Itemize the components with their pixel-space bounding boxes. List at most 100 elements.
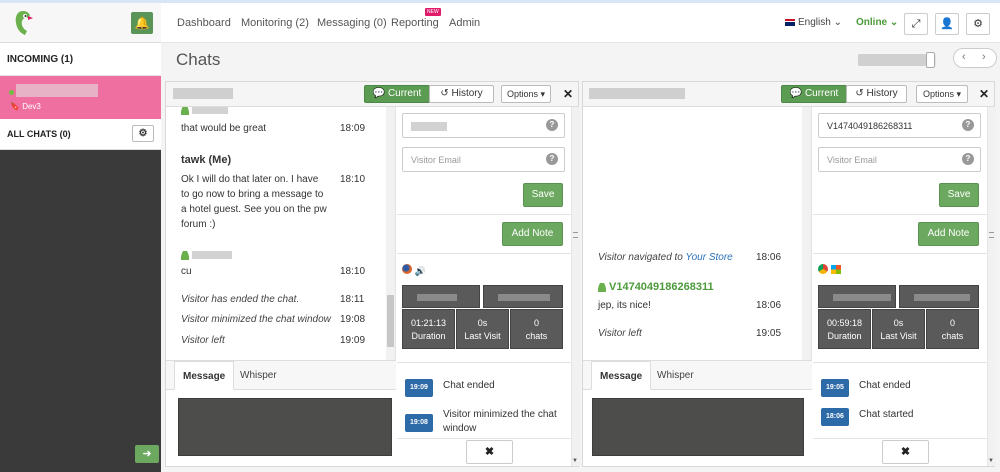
collapse-sidebar-arrow-icon[interactable]: ➜ <box>135 445 159 463</box>
message-time: 19:08 <box>340 314 366 325</box>
stat-label: Last Visit <box>880 331 917 341</box>
help-question-icon[interactable]: ? <box>962 119 974 131</box>
stat-label: Duration <box>411 331 446 341</box>
chat-window-header: 💬 Current ↺ History Options ▾ ✕ <box>166 82 578 107</box>
zoom-slider[interactable] <box>858 52 936 68</box>
scroll-down-arrow-icon[interactable]: ▼ <box>988 458 994 464</box>
message-scrollbar-thumb[interactable] <box>387 295 394 347</box>
help-question-icon[interactable]: ? <box>962 153 974 165</box>
chat-pager: ‹ › <box>953 48 997 68</box>
page-title: Chats <box>176 50 221 69</box>
redacted-sender <box>192 107 228 115</box>
close-visitor-info-button[interactable]: ✖ <box>882 440 929 464</box>
chat-window-1: 💬 Current ↺ History Options ▾ ✕ that wou… <box>165 81 580 467</box>
redacted-ip <box>914 294 970 301</box>
help-question-icon[interactable]: ? <box>546 119 558 131</box>
incoming-section-header[interactable]: INCOMING (1) <box>0 43 161 76</box>
close-chat-icon[interactable]: ✕ <box>563 87 573 101</box>
system-message: Visitor has ended the chat. <box>181 294 300 305</box>
nav-admin[interactable]: Admin <box>449 17 480 29</box>
close-visitor-info-button[interactable]: ✖ <box>466 440 513 464</box>
scrollbar-grip[interactable] <box>989 232 994 238</box>
agent-name: tawk (Me) <box>181 154 232 166</box>
message-time: 18:10 <box>340 266 366 277</box>
scrollbar-grip[interactable] <box>573 232 578 238</box>
stat-value: 01:21:13 <box>410 318 447 328</box>
store-link[interactable]: Your Store <box>685 252 732 263</box>
previous-chevron-icon[interactable]: ‹ <box>962 51 966 63</box>
save-button[interactable]: Save <box>523 183 563 207</box>
language-label: English <box>798 17 831 28</box>
message-line: Ok I will do that later on. I have <box>181 174 319 185</box>
visitor-email-field[interactable]: Visitor Email ? <box>818 147 981 172</box>
message-input[interactable] <box>178 398 392 456</box>
tab-history[interactable]: ↺ History <box>846 85 907 103</box>
logo-bar: 🔔 <box>0 3 161 43</box>
firefox-icon <box>402 264 412 274</box>
close-chat-icon[interactable]: ✕ <box>979 87 989 101</box>
visitor-stats: 00:59:18 Duration 0s Last Visit 0 chats <box>818 309 980 349</box>
tab-whisper[interactable]: Whisper <box>649 361 702 390</box>
message-time: 18:11 <box>340 294 365 305</box>
online-status-dot <box>9 90 14 95</box>
add-note-button[interactable]: Add Note <box>918 222 979 246</box>
all-chats-settings-gear-icon[interactable]: ⚙ <box>132 125 154 142</box>
system-message: Visitor left <box>598 328 642 339</box>
uk-flag-icon <box>785 18 795 26</box>
help-question-icon[interactable]: ? <box>546 153 558 165</box>
next-chevron-icon[interactable]: › <box>982 51 986 63</box>
tab-history[interactable]: ↺ History <box>429 85 494 103</box>
tab-whisper[interactable]: Whisper <box>232 361 285 390</box>
nav-dashboard[interactable]: Dashboard <box>177 17 231 29</box>
visitor-name-field[interactable]: V1474049186268311 ? <box>818 113 981 138</box>
stat-value: 0 <box>949 318 955 328</box>
add-note-button[interactable]: Add Note <box>502 222 563 246</box>
info-scrollbar[interactable]: ▼ <box>571 107 580 466</box>
person-icon <box>181 107 189 115</box>
incoming-chat-item[interactable]: 🔖 Dev3 <box>0 76 161 119</box>
timeline-event: 19:08 Visitor minimized the chat window <box>405 408 575 438</box>
system-message: Visitor left <box>181 335 225 346</box>
redacted-visitor-name <box>16 84 98 97</box>
redacted-location <box>833 294 891 301</box>
all-chats-label: ALL CHATS (0) <box>7 129 71 139</box>
stat-value: 0s <box>893 318 904 328</box>
language-dropdown[interactable]: English ⌄ <box>785 17 842 28</box>
chat-window-2: 💬 Current ↺ History Options ▾ ✕ Visitor … <box>582 81 996 467</box>
nav-messaging[interactable]: Messaging (0) <box>317 17 387 29</box>
tab-current[interactable]: 💬 Current <box>781 85 847 103</box>
parrot-logo-icon[interactable] <box>12 9 34 37</box>
visitor-email-field[interactable]: Visitor Email ? <box>402 147 565 172</box>
chat-window-header: 💬 Current ↺ History Options ▾ ✕ <box>583 82 994 107</box>
nav-reporting[interactable]: Reporting <box>391 17 439 29</box>
email-placeholder: Visitor Email <box>411 155 461 165</box>
all-chats-section-header[interactable]: ALL CHATS (0) ⚙ <box>0 119 161 150</box>
status-dropdown[interactable]: Online ⌄ <box>856 17 898 28</box>
visitor-name-field[interactable]: ? <box>402 113 565 138</box>
divider <box>813 214 987 215</box>
sidebar: 🔔 INCOMING (1) 🔖 Dev3 ALL CHATS (0) ⚙ ➜ <box>0 3 161 472</box>
message-text: that would be great <box>181 123 267 134</box>
message-line: a hotel guest. See you on the pw <box>181 204 327 215</box>
compose-tabs: Message Whisper <box>583 361 812 390</box>
settings-gear-icon[interactable]: ⚙ <box>966 13 990 35</box>
nav-monitoring[interactable]: Monitoring (2) <box>241 17 309 29</box>
tab-message[interactable]: Message <box>591 361 652 390</box>
visitor-location-box <box>818 285 896 308</box>
divider <box>397 253 571 254</box>
zoom-slider-handle[interactable] <box>926 52 935 68</box>
event-time-badge: 19:09 <box>405 379 433 397</box>
message-input[interactable] <box>592 398 804 456</box>
notifications-bell-icon[interactable]: 🔔 <box>131 12 153 34</box>
options-dropdown[interactable]: Options ▾ <box>501 85 551 103</box>
info-scrollbar[interactable]: ▼ <box>987 107 996 466</box>
save-button[interactable]: Save <box>939 183 979 207</box>
user-profile-icon[interactable]: 👤 <box>935 13 959 35</box>
tab-current[interactable]: 💬 Current <box>364 85 430 103</box>
scroll-down-arrow-icon[interactable]: ▼ <box>572 458 578 464</box>
divider <box>397 214 571 215</box>
tab-message[interactable]: Message <box>174 361 235 390</box>
stat-chats: 0 chats <box>510 309 563 349</box>
options-dropdown[interactable]: Options ▾ <box>916 85 968 103</box>
fullscreen-expand-icon[interactable]: ⤢ <box>904 13 928 35</box>
